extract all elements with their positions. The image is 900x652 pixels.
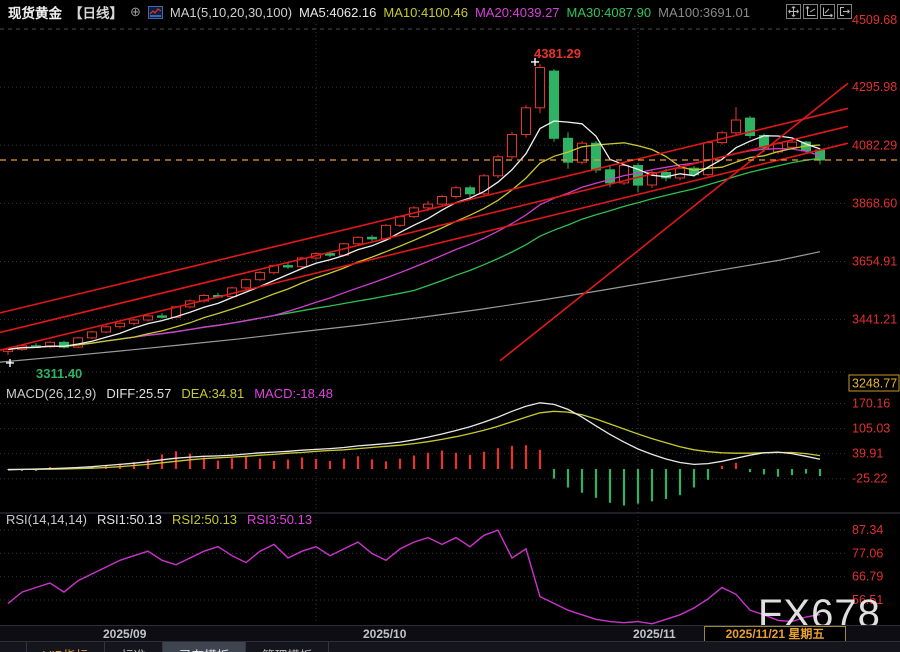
macd-tick-label: 39.91 [852,447,883,461]
ma-settings-label[interactable]: MA1(5,10,20,30,100) [170,5,292,20]
tab-existing-templates[interactable]: 已有模板 [163,642,246,652]
rsi-tick-label: 87.34 [852,523,883,537]
candle[interactable] [452,188,461,197]
candle[interactable] [88,332,97,338]
ma20-value: MA20:4039.27 [475,5,560,20]
candle[interactable] [130,320,139,323]
candle[interactable] [158,316,167,317]
tab-partial[interactable] [0,642,27,652]
macd-params-label[interactable]: MACD(26,12,9) [6,386,96,401]
candle[interactable] [284,266,293,267]
period-label[interactable]: 【日线】 [69,2,123,22]
tab-vip-indicators[interactable]: VIP指标 [27,642,105,652]
candle[interactable] [144,316,153,320]
candle[interactable] [536,68,545,108]
chart-header: 现货黄金【日线】 ⊕ MA1(5,10,20,30,100) MA5:4062.… [0,0,900,24]
macd-tick-label: 105.03 [852,422,890,436]
price-tick-label: 4082.29 [852,138,897,152]
trading-app-window: { "header": { "symbol": "现货黄金", "period"… [0,0,900,652]
price-tick-label: 4295.98 [852,80,897,94]
rsi-params-label[interactable]: RSI(14,14,14) [6,512,87,527]
ma10-value: MA10:4100.46 [383,5,468,20]
candle[interactable] [676,168,685,178]
rsi1-value: RSI1:50.13 [97,512,162,527]
macd-tick-label: 170.16 [852,397,890,411]
rsi3-value: RSI3:50.13 [247,512,312,527]
chart-toolbar [786,4,852,19]
date-label-oct: 2025/10 [363,627,406,641]
macd-label-row: MACD(26,12,9) DIFF:25.57 DEA:34.81 MACD:… [6,386,333,401]
rsi2-value: RSI2:50.13 [172,512,237,527]
candle[interactable] [354,237,363,244]
rsi-line [8,530,820,624]
rsi-tick-label: 66.79 [852,570,883,584]
price-tick-label: 3654.91 [852,255,897,269]
candle[interactable] [438,197,447,205]
high-value-label: 4381.29 [534,46,581,61]
indicator-chart-icon[interactable] [148,6,163,19]
trendline[interactable] [0,126,848,332]
candle[interactable] [592,143,601,170]
price-min-label: 3248.77 [852,377,897,391]
candle[interactable] [466,188,475,194]
template-tab-bar: VIP指标 标准 已有模板 管理模板 [0,641,900,652]
y-axis-scale-icon[interactable] [803,4,818,19]
current-date-badge: 2025/11/21 星期五 [704,626,846,642]
candle[interactable] [424,204,433,208]
candle[interactable] [256,273,265,280]
candle[interactable] [522,108,531,135]
low-cross-marker [6,359,14,367]
ma30-value: MA30:4087.90 [567,5,652,20]
pan-tool-icon[interactable] [786,4,801,19]
rsi-label-row: RSI(14,14,14) RSI1:50.13 RSI2:50.13 RSI3… [6,512,312,527]
candle[interactable] [508,135,517,157]
tab-manage-templates[interactable]: 管理模板 [246,642,329,652]
date-label-nov: 2025/11 [633,627,676,641]
macd-dea-value: DEA:34.81 [181,386,244,401]
candle[interactable] [116,323,125,327]
candle[interactable] [102,327,111,332]
macd-diff-value: DIFF:25.57 [106,386,171,401]
candle[interactable] [242,280,251,288]
trendline[interactable] [0,108,848,313]
price-tick-label: 3441.21 [852,313,897,327]
symbol-title: 现货黄金 [8,2,62,22]
add-compare-icon[interactable]: ⊕ [130,4,141,20]
candle[interactable] [788,142,797,147]
ma100-value: MA100:3691.01 [658,5,750,20]
x-axis-scale-icon[interactable] [820,4,835,19]
ma5-line [8,121,820,349]
chart-canvas[interactable]: 4509.684295.984082.293868.603654.913441.… [0,0,900,652]
ma5-value: MA5:4062.16 [299,5,376,20]
candle[interactable] [732,120,741,133]
date-label-sep: 2025/09 [103,627,146,641]
exit-panel-icon[interactable] [837,4,852,19]
candle[interactable] [368,237,377,239]
trendline[interactable] [0,143,848,350]
candle[interactable] [382,225,391,239]
price-tick-label: 3868.60 [852,196,897,210]
macd-tick-label: -25.22 [852,472,887,486]
date-axis-bar: 2025/09 2025/10 2025/11 2025/11/21 星期五 [0,625,900,641]
low-value-label: 3311.40 [36,366,82,381]
candle[interactable] [704,143,713,175]
tab-standard[interactable]: 标准 [105,642,163,652]
macd-hist-value: MACD:-18.48 [254,386,333,401]
rsi-tick-label: 77.06 [852,546,883,560]
candle[interactable] [550,71,559,138]
